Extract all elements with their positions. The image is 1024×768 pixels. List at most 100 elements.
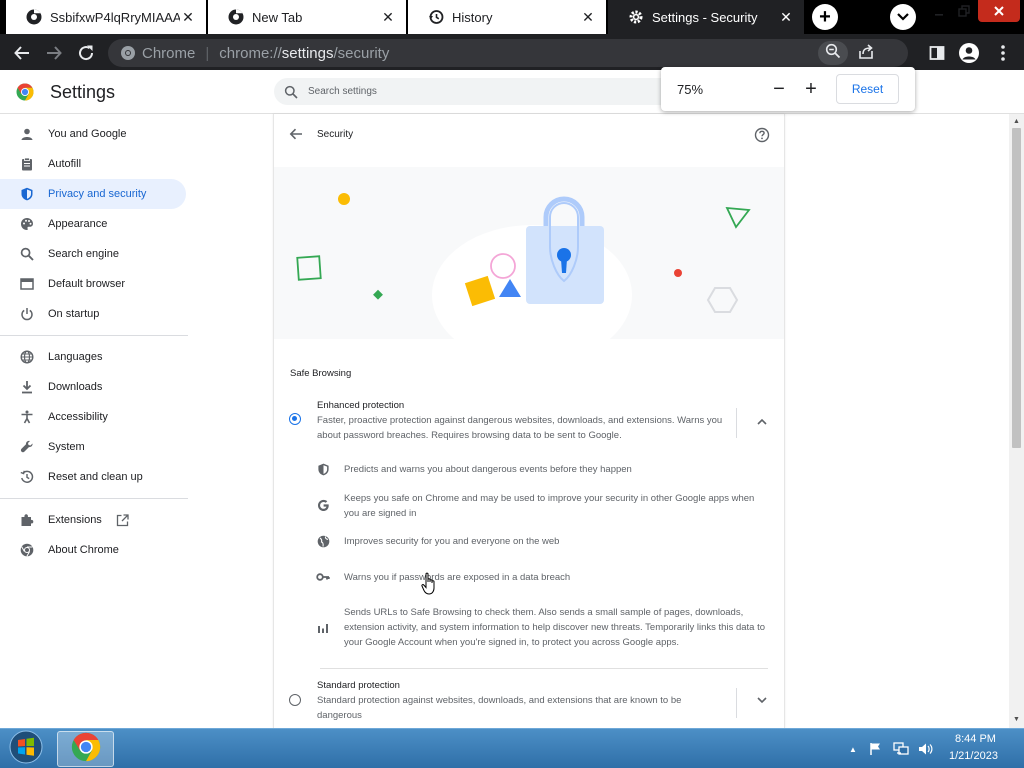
close-tab-icon[interactable]: ✕ [380, 9, 396, 25]
sidebar-item-label: Appearance [48, 218, 108, 230]
sidebar-item-default-browser[interactable]: Default browser [0, 269, 186, 299]
standard-protection-description: Standard protection against websites, do… [317, 695, 682, 721]
feature-text: Predicts and warns you about dangerous e… [344, 464, 632, 475]
page-title: Settings [50, 82, 116, 102]
address-bar[interactable]: Chrome | chrome://settings/security [108, 39, 908, 67]
help-icon[interactable] [754, 127, 770, 143]
chrome-icon [20, 543, 34, 557]
scroll-up-arrow-icon[interactable]: ▲ [1009, 116, 1024, 126]
feature-text: Sends URLs to Safe Browsing to check the… [344, 607, 766, 648]
tab-title: History [452, 9, 493, 25]
network-icon[interactable] [893, 741, 909, 757]
search-icon [284, 85, 298, 99]
sidebar-item-reset-and-clean-up[interactable]: Reset and clean up [0, 462, 186, 492]
shield-icon [316, 462, 330, 476]
new-tab-button[interactable]: + [812, 4, 838, 30]
feature-item: Improves security for you and everyone o… [316, 534, 772, 549]
feature-item: Keeps you safe on Chrome and may be used… [316, 491, 772, 521]
sidebar-item-languages[interactable]: Languages [0, 342, 186, 372]
google-g-icon [316, 498, 330, 512]
search-input[interactable] [308, 86, 708, 97]
action-center-flag-icon[interactable] [868, 741, 884, 757]
collapse-enhanced-button[interactable] [754, 413, 770, 429]
url-scheme: chrome:// [219, 44, 282, 62]
history-icon [428, 9, 444, 25]
restore-button[interactable] [952, 0, 976, 22]
minimize-button[interactable] [928, 0, 950, 22]
standard-protection-radio[interactable] [289, 694, 301, 706]
security-card: Security Safe Browsing Enhanced protecti… [273, 114, 785, 728]
tab-1[interactable]: SsbifxwP4lqRryMIAAAA ✕ [6, 0, 206, 34]
sidebar-item-search-engine[interactable]: Search engine [0, 239, 186, 269]
sidebar-item-downloads[interactable]: Downloads [0, 372, 186, 402]
sidebar-item-label: Autofill [48, 158, 82, 170]
tab-search-button[interactable] [890, 4, 916, 30]
clock-time[interactable]: 8:44 PM [955, 733, 996, 745]
page-scrollbar[interactable]: ▲ ▼ [1009, 114, 1024, 728]
zoom-reset-button[interactable]: Reset [836, 74, 899, 104]
sidebar-item-extensions[interactable]: Extensions [0, 505, 186, 535]
zoom-in-button[interactable]: + [801, 77, 821, 101]
tab-2[interactable]: New Tab ✕ [208, 0, 406, 34]
sidebar-item-on-startup[interactable]: On startup [0, 299, 186, 329]
reload-button[interactable] [75, 42, 97, 64]
side-panel-button[interactable] [926, 42, 948, 64]
taskbar-chrome-button[interactable] [57, 731, 114, 767]
forward-button[interactable] [43, 42, 65, 64]
sidebar-item-appearance[interactable]: Appearance [0, 209, 186, 239]
sidebar-item-system[interactable]: System [0, 432, 186, 462]
start-button[interactable] [6, 730, 46, 767]
menu-button[interactable] [992, 42, 1014, 64]
windows-taskbar: ▲ 8:44 PM 1/21/2023 [0, 728, 1024, 768]
close-tab-icon[interactable]: ✕ [180, 9, 196, 25]
url-host: settings [281, 44, 334, 62]
globe-icon [20, 350, 34, 364]
sidebar-item-you-and-google[interactable]: You and Google [0, 119, 186, 149]
tab-title: SsbifxwP4lqRryMIAAAA [50, 9, 180, 25]
sidebar-item-label: System [48, 441, 85, 453]
sidebar-divider [0, 335, 188, 336]
zoom-out-button[interactable]: − [769, 77, 789, 101]
sidebar-item-label: Downloads [48, 381, 103, 393]
url-path: /security [333, 44, 390, 62]
chevron-up-icon [757, 412, 767, 430]
volume-icon[interactable] [918, 741, 934, 757]
feature-text: Improves security for you and everyone o… [344, 536, 560, 547]
scroll-down-arrow-icon[interactable]: ▼ [1009, 714, 1024, 724]
back-arrow-icon[interactable] [288, 126, 304, 142]
zoom-popup: 75% − + Reset [661, 67, 915, 111]
sidebar-item-about-chrome[interactable]: About Chrome [0, 535, 186, 565]
close-window-button[interactable] [978, 0, 1020, 22]
bar-chart-icon [316, 621, 330, 635]
vertical-divider [736, 408, 737, 438]
gear-icon [628, 9, 644, 25]
profile-avatar[interactable] [958, 42, 980, 64]
tab-4[interactable]: Settings - Security ✕ [608, 0, 804, 34]
enhanced-protection-radio[interactable] [289, 413, 301, 425]
sidebar-item-label: You and Google [48, 128, 127, 140]
back-button[interactable] [11, 42, 33, 64]
clock-date[interactable]: 1/21/2023 [949, 750, 998, 762]
shield-icon [20, 187, 34, 201]
page-subtitle: Security [317, 129, 354, 140]
share-button[interactable] [855, 41, 877, 63]
close-tab-icon[interactable]: ✕ [580, 9, 596, 25]
chevron-down-icon [897, 10, 909, 24]
palette-icon [20, 217, 34, 231]
card-header: Security [274, 114, 784, 156]
scrollbar-thumb[interactable] [1012, 128, 1021, 448]
sidebar-item-label: Privacy and security [48, 188, 147, 200]
show-hidden-icons-button[interactable]: ▲ [845, 741, 861, 757]
zoom-indicator-button[interactable] [818, 41, 848, 65]
close-tab-icon[interactable]: ✕ [778, 9, 794, 25]
expand-standard-button[interactable] [754, 692, 770, 708]
sidebar-item-label: Default browser [48, 278, 126, 290]
sidebar-item-accessibility[interactable]: Accessibility [0, 402, 186, 432]
sidebar-item-privacy-and-security[interactable]: Privacy and security [0, 179, 186, 209]
sidebar-item-autofill[interactable]: Autofill [0, 149, 186, 179]
tab-3[interactable]: History ✕ [408, 0, 606, 34]
sidebar-item-label: Languages [48, 351, 103, 363]
chrome-icon [26, 9, 42, 25]
download-icon [20, 380, 34, 394]
chrome-icon [228, 9, 244, 25]
